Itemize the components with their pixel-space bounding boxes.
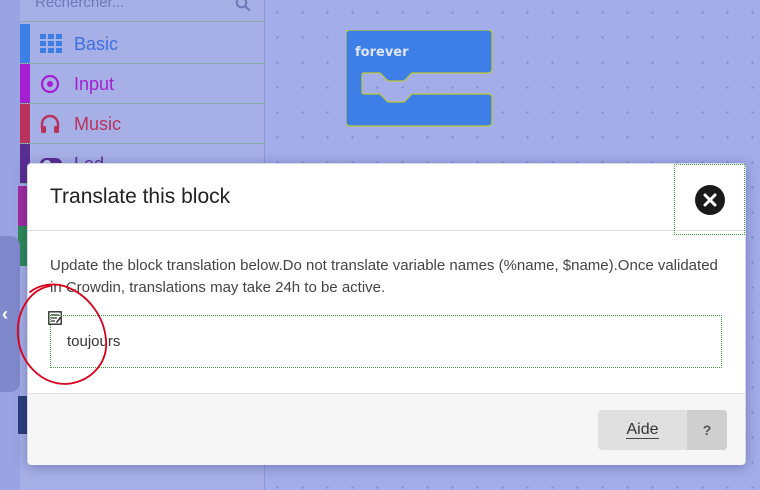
collapse-toolbox-tab[interactable]: ‹ xyxy=(0,236,20,392)
category-color-bar xyxy=(20,24,30,63)
close-icon xyxy=(694,184,725,215)
category-color-bar xyxy=(20,64,30,103)
translation-input[interactable] xyxy=(50,315,722,368)
category-label: Basic xyxy=(74,34,119,54)
grid-icon xyxy=(40,34,62,53)
help-label: Aide xyxy=(626,421,659,439)
category-basic[interactable]: Basic xyxy=(20,24,265,64)
category-label: Input xyxy=(74,74,115,94)
search-icon[interactable] xyxy=(235,0,251,12)
help-button-label-area[interactable]: Aide xyxy=(598,410,687,450)
dialog-header: Translate this block xyxy=(28,164,745,235)
dialog-footer: Aide ? xyxy=(28,393,745,465)
search-placeholder: Rechercher... xyxy=(35,0,125,11)
close-button[interactable] xyxy=(674,164,745,235)
target-icon xyxy=(40,74,60,94)
category-color-bar xyxy=(20,104,30,143)
category-input[interactable]: Input xyxy=(20,64,265,104)
dialog-description: Update the block translation below.Do no… xyxy=(50,257,718,296)
forever-block-label: forever xyxy=(355,45,409,60)
dialog-title: Translate this block xyxy=(50,185,231,208)
toolbox-search[interactable]: Rechercher... xyxy=(20,0,265,22)
help-button[interactable]: Aide ? xyxy=(598,410,727,450)
headphones-icon xyxy=(40,114,60,133)
category-music[interactable]: Music xyxy=(20,104,265,144)
translate-block-dialog: Translate this block Update the block tr… xyxy=(27,163,746,465)
category-label: Music xyxy=(74,114,122,134)
chevron-left-icon: ‹ xyxy=(2,304,8,324)
help-question-button[interactable]: ? xyxy=(687,410,727,450)
